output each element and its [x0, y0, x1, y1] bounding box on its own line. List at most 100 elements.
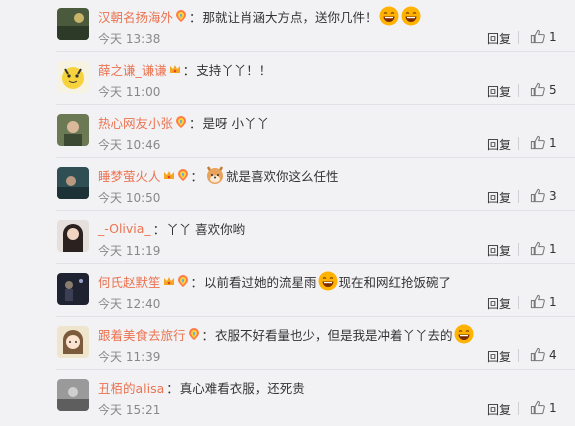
- row-divider: [56, 104, 575, 105]
- divider: [518, 402, 519, 415]
- colon-separator: ：: [201, 327, 215, 343]
- comment-item: _-Olivia_ ： 丫丫 喜欢你哟 今天 11:19 回复 1: [0, 212, 575, 264]
- username-link[interactable]: 丑栢的alisa: [98, 378, 164, 397]
- rainbow-badge-icon: [188, 327, 200, 341]
- username-link[interactable]: 睡梦萤火人: [98, 166, 161, 185]
- reply-button[interactable]: 回复: [487, 83, 511, 100]
- reply-button[interactable]: 回复: [487, 189, 511, 206]
- user-avatar[interactable]: [57, 379, 89, 411]
- comment-time: 今天 11:19: [98, 244, 161, 258]
- comment-text: 丫丫 喜欢你哟: [166, 221, 246, 237]
- laughing-emoji-icon: [454, 324, 474, 344]
- username-link[interactable]: 热心网友小张: [98, 113, 173, 132]
- comment-text: 那就让肖涵大方点，送你几件！: [202, 9, 378, 25]
- username-link[interactable]: 跟着美食去旅行: [98, 325, 186, 344]
- like-count: 3: [549, 188, 557, 203]
- divider: [518, 349, 519, 362]
- comment-item: 跟着美食去旅行 ： 衣服不好看量也少，但是我是冲着丫丫去的 今天 11:39 回…: [0, 318, 575, 370]
- thumbs-up-icon: [530, 347, 545, 362]
- rainbow-badge-icon: [177, 168, 189, 182]
- comment-item: 何氏赵默笙 ： 以前看过她的流星雨 现在和网红抢饭碗了 今天 12:40 回复 …: [0, 265, 575, 317]
- laughing-emoji-icon: [379, 6, 399, 26]
- divider: [518, 243, 519, 256]
- like-count: 1: [549, 400, 557, 415]
- comment-item: 热心网友小张 ： 是呀 小丫丫 今天 10:46 回复 1: [0, 106, 575, 158]
- row-divider: [56, 263, 575, 264]
- thumbs-up-icon: [530, 241, 545, 256]
- user-avatar[interactable]: [57, 8, 89, 40]
- thumbs-up-icon: [530, 135, 545, 150]
- comment-time: 今天 13:38: [98, 32, 161, 46]
- comment-text: 现在和网红抢饭碗了: [338, 274, 452, 290]
- crown-badge-icon: [163, 168, 175, 182]
- laughing-emoji-icon: [318, 271, 338, 291]
- reply-button[interactable]: 回复: [487, 136, 511, 153]
- colon-separator: ：: [166, 380, 179, 396]
- colon-separator: ：: [190, 168, 204, 184]
- rainbow-badge-icon: [177, 274, 189, 288]
- like-button[interactable]: 1: [530, 29, 557, 44]
- username-link[interactable]: 薛之谦_谦谦: [98, 60, 167, 79]
- user-avatar[interactable]: [57, 61, 89, 93]
- reply-button[interactable]: 回复: [487, 30, 511, 47]
- comment-item: 丑栢的alisa ： 真心难看衣服，还死贵 今天 15:21 回复 1: [0, 371, 575, 423]
- user-avatar[interactable]: [57, 326, 89, 358]
- user-avatar[interactable]: [57, 114, 89, 146]
- row-divider: [56, 210, 575, 211]
- reply-button[interactable]: 回复: [487, 295, 511, 312]
- divider: [518, 190, 519, 203]
- crown-badge-icon: [169, 62, 181, 76]
- rainbow-badge-icon: [175, 9, 187, 23]
- thumbs-up-icon: [530, 294, 545, 309]
- divider: [518, 31, 519, 44]
- row-divider: [56, 369, 575, 370]
- row-divider: [56, 316, 575, 317]
- like-button[interactable]: 4: [530, 347, 557, 362]
- username-link[interactable]: 汉朝名扬海外: [98, 7, 173, 26]
- comment-time: 今天 10:46: [98, 138, 161, 152]
- user-avatar[interactable]: [57, 167, 89, 199]
- comment-time: 今天 11:00: [98, 85, 161, 99]
- like-count: 1: [549, 29, 557, 44]
- user-avatar[interactable]: [57, 273, 89, 305]
- reply-button[interactable]: 回复: [487, 401, 511, 418]
- reply-button[interactable]: 回复: [487, 348, 511, 365]
- shiba-dog-emoji-icon: [205, 165, 225, 185]
- thumbs-up-icon: [530, 29, 545, 44]
- crown-badge-icon: [163, 274, 175, 288]
- like-button[interactable]: 1: [530, 400, 557, 415]
- username-link[interactable]: 何氏赵默笙: [98, 272, 161, 291]
- comment-item: 汉朝名扬海外 ： 那就让肖涵大方点，送你几件！ 今天 13:38 回复 1: [0, 0, 575, 52]
- comment-time: 今天 10:50: [98, 191, 161, 205]
- user-avatar[interactable]: [57, 220, 89, 252]
- divider: [518, 84, 519, 97]
- colon-separator: ：: [190, 274, 204, 290]
- colon-separator: ：: [189, 9, 202, 25]
- comment-text: 就是喜欢你这么任性: [226, 168, 339, 184]
- comment-text: 支持丫丫！！: [196, 62, 272, 78]
- thumbs-up-icon: [530, 400, 545, 415]
- colon-separator: ：: [182, 62, 196, 78]
- like-button[interactable]: 1: [530, 241, 557, 256]
- like-count: 1: [549, 135, 557, 150]
- like-button[interactable]: 1: [530, 135, 557, 150]
- comment-text: 是呀 小丫丫: [202, 115, 270, 131]
- username-link[interactable]: _-Olivia_: [98, 221, 151, 236]
- colon-separator: ：: [189, 115, 202, 131]
- thumbs-up-icon: [530, 188, 545, 203]
- comment-time: 今天 12:40: [98, 297, 161, 311]
- like-count: 1: [549, 294, 557, 309]
- comment-text: 衣服不好看量也少，但是我是冲着丫丫去的: [215, 327, 453, 343]
- like-count: 4: [549, 347, 557, 362]
- comment-item: 薛之谦_谦谦 ： 支持丫丫！！ 今天 11:00 回复 5: [0, 53, 575, 105]
- divider: [518, 296, 519, 309]
- comment-text: 真心难看衣服，还死贵: [179, 380, 305, 396]
- like-button[interactable]: 5: [530, 82, 557, 97]
- comment-time: 今天 15:21: [98, 403, 161, 417]
- reply-button[interactable]: 回复: [487, 242, 511, 259]
- like-button[interactable]: 3: [530, 188, 557, 203]
- thumbs-up-icon: [530, 82, 545, 97]
- comment-list: 汉朝名扬海外 ： 那就让肖涵大方点，送你几件！ 今天 13:38 回复 1 薛之…: [0, 0, 575, 426]
- like-count: 1: [549, 241, 557, 256]
- like-button[interactable]: 1: [530, 294, 557, 309]
